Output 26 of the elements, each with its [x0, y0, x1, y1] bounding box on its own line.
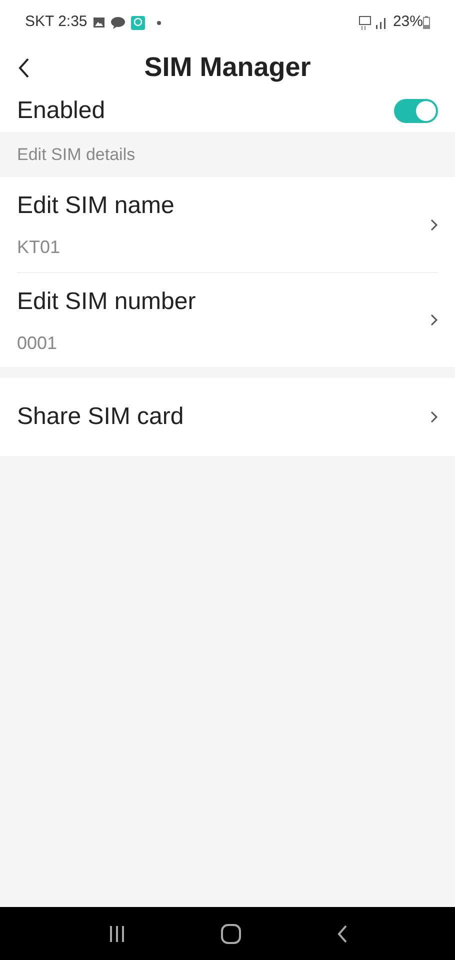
section-header: Edit SIM details	[17, 144, 136, 166]
row-value: KT01	[17, 236, 62, 259]
row-title: Edit SIM name	[17, 191, 176, 221]
settings-row[interactable]: Edit SIM name KT01	[17, 177, 438, 272]
battery-icon	[423, 16, 430, 29]
image-icon	[93, 17, 106, 28]
status-time: SKT 2:35	[25, 12, 88, 32]
app-icon	[131, 16, 146, 30]
chevron-right-icon	[430, 411, 438, 423]
settings-row[interactable]: Edit SIM number 0001	[17, 272, 438, 367]
chevron-right-icon	[430, 218, 438, 230]
chat-icon	[111, 16, 126, 28]
chevron-right-icon	[430, 314, 438, 326]
battery-percent: 23%	[392, 12, 423, 32]
enabled-toggle[interactable]	[394, 99, 438, 123]
row-value: 0001	[17, 332, 58, 354]
recent-apps-icon[interactable]	[108, 924, 126, 942]
dot-icon	[157, 20, 162, 24]
page-title: SIM Manager	[143, 51, 312, 84]
home-icon[interactable]	[220, 924, 240, 944]
row-title: Share SIM card	[17, 402, 185, 432]
signal-icon	[374, 16, 387, 28]
back-icon[interactable]	[336, 924, 348, 944]
enabled-label: Enabled	[17, 96, 106, 126]
row-title: Edit SIM number	[17, 286, 197, 316]
settings-row[interactable]: Share SIM card	[0, 378, 455, 456]
